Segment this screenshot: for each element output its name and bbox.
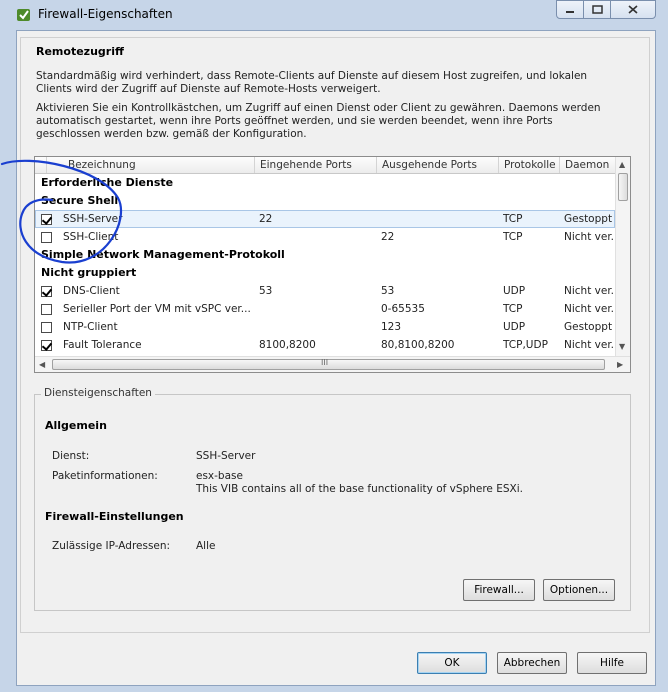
vertical-scroll-thumb[interactable] [618, 173, 628, 201]
scroll-down-icon[interactable]: ▼ [619, 342, 625, 351]
scroll-left-icon[interactable]: ◀ [39, 360, 45, 369]
cell-out: 22 [381, 231, 395, 243]
close-button[interactable] [610, 0, 656, 19]
cell-name: DNS-Client [63, 285, 120, 297]
enable-checkbox[interactable] [41, 232, 52, 243]
options-button[interactable]: Optionen... [543, 579, 615, 601]
column-header-incoming[interactable]: Eingehende Ports [255, 157, 377, 173]
firewall-settings-heading: Firewall-Einstellungen [45, 510, 184, 523]
header-spacer [35, 157, 47, 173]
cell-daemon: Gestoppt [564, 213, 613, 225]
app-icon [17, 9, 30, 21]
package-value: esx-base [196, 470, 243, 482]
cell-daemon: Nicht ver... [564, 303, 615, 315]
table-group-row[interactable]: Nicht gruppiert [35, 264, 615, 282]
cell-name: SSH-Client [63, 231, 119, 243]
cell-name: Serieller Port der VM mit vSPC ver... [63, 303, 251, 315]
cell-proto: TCP [503, 231, 523, 243]
cell-in: 53 [259, 285, 273, 297]
group-label: Simple Network Management-Protokoll [41, 248, 285, 261]
cell-daemon: Gestoppt [564, 321, 613, 333]
service-properties-legend: Diensteigenschaften [41, 387, 155, 399]
cell-proto: TCP [503, 303, 523, 315]
firewall-properties-window: Firewall-Eigenschaften Remotezugriff Sta… [0, 0, 668, 692]
close-icon [628, 5, 638, 14]
enable-checkbox[interactable] [41, 286, 52, 297]
table-row[interactable]: SSH-Server 22 TCP Gestoppt [35, 210, 615, 228]
table-row[interactable]: DNS-Client 53 53 UDP Nicht ver... [35, 282, 615, 300]
package-label: Paketinformationen: [52, 470, 158, 482]
column-header-daemon[interactable]: Daemon [560, 157, 616, 173]
scroll-right-icon[interactable]: ▶ [617, 360, 623, 369]
cell-in: 22 [259, 213, 273, 225]
table-header: Bezeichnung Eingehende Ports Ausgehende … [35, 157, 616, 174]
table-group-row[interactable]: Erforderliche Dienste [35, 174, 615, 192]
minimize-button[interactable] [556, 0, 584, 19]
ok-button[interactable]: OK [417, 652, 487, 674]
cell-proto: TCP [503, 213, 523, 225]
service-value: SSH-Server [196, 450, 256, 462]
general-heading: Allgemein [45, 419, 107, 432]
table-group-row[interactable]: Simple Network Management-Protokoll [35, 246, 615, 264]
service-properties-group: Diensteigenschaften Allgemein Dienst: SS… [34, 387, 631, 611]
table-row[interactable]: Fault Tolerance 8100,8200 80,8100,8200 TCP,… [35, 336, 615, 354]
table-group-row[interactable]: Secure Shell [35, 192, 615, 210]
cell-in [259, 300, 377, 318]
column-header-outgoing[interactable]: Ausgehende Ports [377, 157, 499, 173]
cell-name: Fault Tolerance [63, 339, 142, 351]
horizontal-scrollbar[interactable]: ◀ III ▶ [35, 356, 630, 372]
cell-out: 53 [381, 285, 395, 297]
cell-daemon: Nicht ver... [564, 285, 615, 297]
cell-name: SSH-Server [63, 213, 123, 225]
cancel-button[interactable]: Abbrechen [497, 652, 567, 674]
window-title: Firewall-Eigenschaften [38, 7, 173, 21]
package-description: This VIB contains all of the base functi… [196, 483, 523, 495]
maximize-button[interactable] [583, 0, 611, 19]
enable-checkbox[interactable] [41, 214, 52, 225]
vertical-scrollbar[interactable]: ▲ ▼ [615, 157, 630, 356]
allowed-ip-value: Alle [196, 540, 216, 552]
column-header-name[interactable]: Bezeichnung [63, 157, 255, 173]
cell-in: 8100,8200 [259, 339, 316, 351]
cell-proto: UDP [503, 285, 526, 297]
service-label: Dienst: [52, 450, 90, 462]
group-label: Nicht gruppiert [41, 266, 137, 279]
cell-out: 123 [381, 321, 402, 333]
cell-out: 80,8100,8200 [381, 339, 455, 351]
column-header-protocols[interactable]: Protokolle [499, 157, 560, 173]
cell-out [381, 210, 499, 228]
table-row[interactable]: Serieller Port der VM mit vSPC ver... 0-6… [35, 300, 615, 318]
help-button[interactable]: Hilfe [577, 652, 647, 674]
cell-name: NTP-Client [63, 321, 118, 333]
minimize-icon [566, 10, 574, 13]
allowed-ip-label: Zulässige IP-Adressen: [52, 540, 171, 552]
group-label: Erforderliche Dienste [41, 176, 174, 189]
horizontal-scroll-thumb[interactable]: III [52, 358, 605, 370]
enable-checkbox[interactable] [41, 322, 52, 333]
enable-checkbox[interactable] [41, 340, 52, 351]
restore-icon [591, 5, 603, 14]
remote-access-description-2: Aktivieren Sie ein Kontrollkästchen, um … [36, 102, 601, 140]
remote-access-description-1: Standardmäßig wird verhindert, dass Remo… [36, 70, 588, 95]
cell-proto: UDP [503, 321, 526, 333]
cell-out: 0-65535 [381, 303, 425, 315]
title-bar[interactable]: Firewall-Eigenschaften [0, 0, 668, 30]
remote-access-heading: Remotezugriff [36, 45, 124, 58]
firewall-button[interactable]: Firewall... [463, 579, 535, 601]
cell-in [259, 228, 377, 246]
table-row[interactable]: NTP-Client 123 UDP Gestoppt [35, 318, 615, 336]
scroll-up-icon[interactable]: ▲ [619, 160, 625, 169]
dialog-content: Remotezugriff Standardmäßig wird verhind… [16, 30, 656, 686]
scroll-grip: III [321, 358, 329, 367]
cell-in [259, 318, 377, 336]
enable-checkbox[interactable] [41, 304, 52, 315]
cell-daemon: Nicht ver... [564, 231, 615, 243]
cell-proto: TCP,UDP [503, 339, 548, 351]
table-row[interactable]: SSH-Client 22 TCP Nicht ver... [35, 228, 615, 246]
group-label: Secure Shell [41, 194, 119, 207]
services-table[interactable]: Bezeichnung Eingehende Ports Ausgehende … [34, 156, 631, 373]
cell-daemon: Nicht ver... [564, 339, 615, 351]
